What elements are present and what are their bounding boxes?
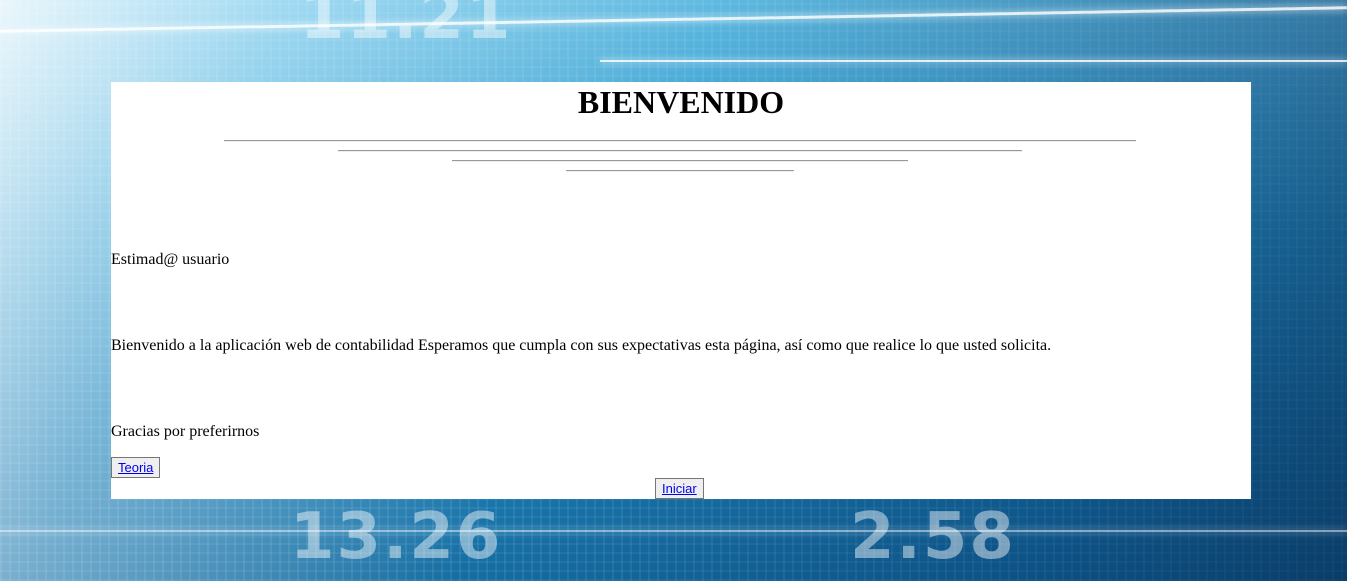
background-decoration: 2.58 [850, 500, 1016, 574]
background-decoration: 11.21 [300, 0, 513, 54]
background-light-streak [0, 530, 1347, 532]
teoria-button[interactable]: Teoria [111, 457, 161, 478]
background-light-streak [0, 6, 1347, 33]
page-title: BIENVENIDO [577, 84, 785, 120]
background-light-streak [600, 60, 1347, 62]
background-decoration: 13.26 [290, 500, 503, 574]
iniciar-button[interactable]: Iniciar [655, 478, 704, 499]
greeting-text: Estimad@ usuario [111, 251, 230, 268]
closing-text: Gracias por preferirnos [111, 423, 260, 440]
divider-line-1 [224, 140, 1136, 142]
welcome-message: Bienvenido a la aplicación web de contab… [111, 337, 1052, 354]
welcome-panel: BIENVENIDO Estimad@ usuario Bienvenido a… [111, 82, 1251, 499]
divider-line-4 [566, 170, 794, 172]
divider-line-2 [338, 150, 1022, 152]
divider-line-3 [452, 160, 908, 162]
